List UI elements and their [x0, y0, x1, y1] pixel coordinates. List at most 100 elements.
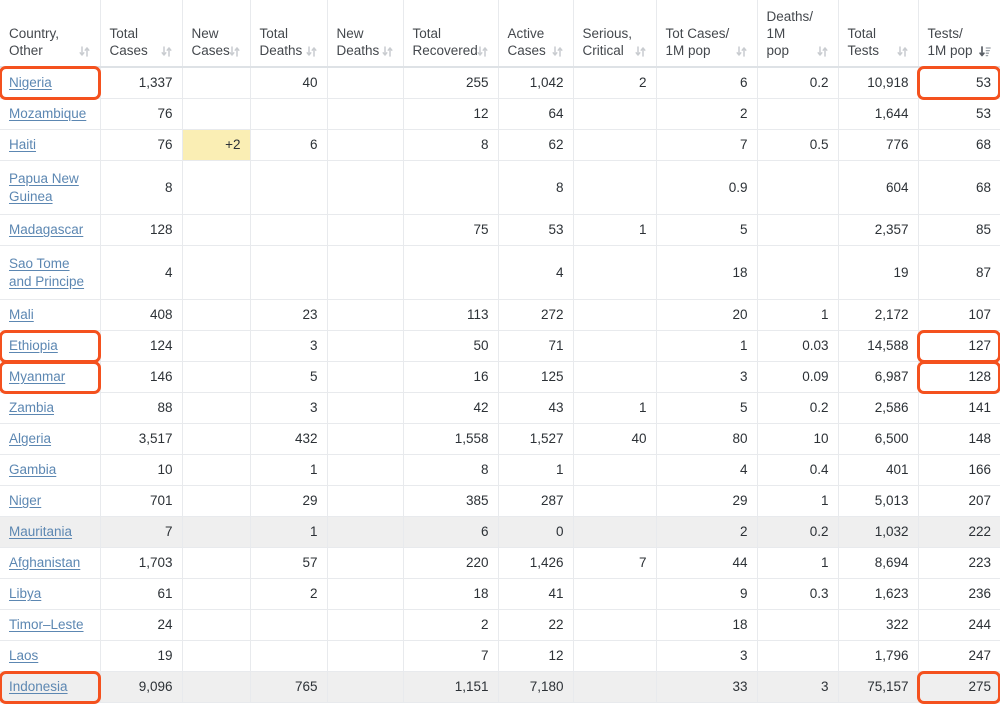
cell-new-cases	[182, 548, 250, 579]
table-row[interactable]: Madagascar1287553152,35785	[0, 215, 1000, 246]
country-cell[interactable]: Myanmar	[0, 362, 100, 393]
table-row[interactable]: Ethiopia1243507110.0314,588127	[0, 331, 1000, 362]
country-cell[interactable]: Mauritania	[0, 517, 100, 548]
table-row[interactable]: Afghanistan1,703572201,42674418,694223	[0, 548, 1000, 579]
country-cell[interactable]: Gambia	[0, 455, 100, 486]
country-link[interactable]: Haiti	[9, 137, 36, 152]
country-cell[interactable]: Sao Tome and Principe	[0, 246, 100, 300]
country-link[interactable]: Mauritania	[9, 524, 72, 539]
country-link[interactable]: Algeria	[9, 431, 51, 446]
column-header-tot-cases-1m-pop[interactable]: Tot Cases/1M pop	[656, 0, 757, 67]
sort-updown-icon[interactable]	[896, 45, 909, 58]
cell-deaths-per-1m	[757, 215, 838, 246]
country-link[interactable]: Sao Tome and Principe	[9, 256, 84, 289]
cell-tests-per-1m: 107	[918, 300, 1000, 331]
column-header-tests-1m-pop[interactable]: Tests/1M pop	[918, 0, 1000, 67]
table-row[interactable]: Nigeria1,337402551,042260.210,91853	[0, 67, 1000, 99]
cell-total-recovered: 255	[403, 67, 498, 99]
column-header-total-cases[interactable]: TotalCases	[100, 0, 182, 67]
table-row[interactable]: Myanmar14651612530.096,987128	[0, 362, 1000, 393]
cell-total-deaths: 5	[250, 362, 327, 393]
table-row[interactable]: Mozambique76126421,64453	[0, 99, 1000, 130]
sort-updown-icon[interactable]	[78, 45, 91, 58]
sort-updown-icon[interactable]	[381, 45, 394, 58]
table-row[interactable]: Libya612184190.31,623236	[0, 579, 1000, 610]
table-row[interactable]: Niger701293852872915,013207	[0, 486, 1000, 517]
column-header-total-deaths[interactable]: TotalDeaths	[250, 0, 327, 67]
country-link[interactable]: Nigeria	[9, 75, 52, 90]
country-link[interactable]: Indonesia	[9, 679, 68, 694]
country-cell[interactable]: Zambia	[0, 393, 100, 424]
country-link[interactable]: Niger	[9, 493, 41, 508]
table-row[interactable]: Mali408231132722012,172107	[0, 300, 1000, 331]
table-row[interactable]: Indonesia9,0967651,1517,18033375,157275	[0, 672, 1000, 703]
country-link[interactable]: Madagascar	[9, 222, 83, 237]
table-row[interactable]: Sao Tome and Principe44181987	[0, 246, 1000, 300]
column-header-total-tests[interactable]: TotalTests	[838, 0, 918, 67]
column-header-new-deaths[interactable]: NewDeaths	[327, 0, 403, 67]
country-cell[interactable]: Algeria	[0, 424, 100, 455]
column-header-country-other[interactable]: Country,Other	[0, 0, 100, 67]
cell-tests-per-1m: 53	[918, 99, 1000, 130]
country-cell[interactable]: Papua New Guinea	[0, 161, 100, 215]
country-link[interactable]: Laos	[9, 648, 38, 663]
cell-tests-per-1m: 85	[918, 215, 1000, 246]
table-row[interactable]: Papua New Guinea880.960468	[0, 161, 1000, 215]
country-cell[interactable]: Haiti	[0, 130, 100, 161]
table-row[interactable]: Algeria3,5174321,5581,5274080106,500148	[0, 424, 1000, 455]
column-header-active-cases[interactable]: ActiveCases	[498, 0, 573, 67]
sort-updown-icon[interactable]	[816, 45, 829, 58]
country-cell[interactable]: Ethiopia	[0, 331, 100, 362]
country-link[interactable]: Timor–Leste	[9, 617, 84, 632]
column-header-new-cases[interactable]: NewCases	[182, 0, 250, 67]
country-link[interactable]: Myanmar	[9, 369, 65, 384]
country-cell[interactable]: Timor–Leste	[0, 610, 100, 641]
country-cell[interactable]: Laos	[0, 641, 100, 672]
column-header-deaths-1m-pop[interactable]: Deaths/1M pop	[757, 0, 838, 67]
country-cell[interactable]: Mozambique	[0, 99, 100, 130]
country-cell[interactable]: Afghanistan	[0, 548, 100, 579]
country-link[interactable]: Mali	[9, 307, 34, 322]
column-header-serious-critical[interactable]: Serious,Critical	[573, 0, 656, 67]
sort-updown-icon[interactable]	[634, 45, 647, 58]
table-row[interactable]: Timor–Leste2422218322244	[0, 610, 1000, 641]
cell-new-cases	[182, 161, 250, 215]
country-link[interactable]: Gambia	[9, 462, 56, 477]
country-cell[interactable]: Indonesia	[0, 672, 100, 703]
country-link[interactable]: Afghanistan	[9, 555, 80, 570]
sort-updown-icon[interactable]	[551, 45, 564, 58]
sort-updown-icon[interactable]	[476, 45, 489, 58]
sort-active-icon[interactable]	[978, 45, 991, 58]
country-cell[interactable]: Madagascar	[0, 215, 100, 246]
country-link[interactable]: Ethiopia	[9, 338, 58, 353]
table-row[interactable]: Gambia1018140.4401166	[0, 455, 1000, 486]
country-link[interactable]: Zambia	[9, 400, 54, 415]
cell-serious-critical	[573, 331, 656, 362]
country-cell[interactable]: Nigeria	[0, 67, 100, 99]
country-cell[interactable]: Niger	[0, 486, 100, 517]
cell-total-cases: 88	[100, 393, 182, 424]
cell-new-cases	[182, 486, 250, 517]
sort-updown-icon[interactable]	[228, 45, 241, 58]
sort-updown-icon[interactable]	[160, 45, 173, 58]
header-label-wrap: TotalCases	[110, 25, 173, 59]
table-row[interactable]: Haiti76+2686270.577668	[0, 130, 1000, 161]
sort-updown-icon[interactable]	[305, 45, 318, 58]
country-link[interactable]: Mozambique	[9, 106, 86, 121]
column-header-total-recovered[interactable]: TotalRecovered	[403, 0, 498, 67]
country-link[interactable]: Libya	[9, 586, 41, 601]
country-cell[interactable]: Mali	[0, 300, 100, 331]
cell-active-cases: 1,426	[498, 548, 573, 579]
cell-total-cases: 9,096	[100, 672, 182, 703]
cell-cases-per-1m: 7	[656, 130, 757, 161]
cell-deaths-per-1m: 0.03	[757, 331, 838, 362]
cell-active-cases: 22	[498, 610, 573, 641]
country-link[interactable]: Papua New Guinea	[9, 171, 79, 204]
sort-updown-icon[interactable]	[735, 45, 748, 58]
cell-new-cases	[182, 215, 250, 246]
cell-total-tests: 1,644	[838, 99, 918, 130]
table-row[interactable]: Zambia8834243150.22,586141	[0, 393, 1000, 424]
table-row[interactable]: Mauritania716020.21,032222	[0, 517, 1000, 548]
country-cell[interactable]: Libya	[0, 579, 100, 610]
table-row[interactable]: Laos1971231,796247	[0, 641, 1000, 672]
